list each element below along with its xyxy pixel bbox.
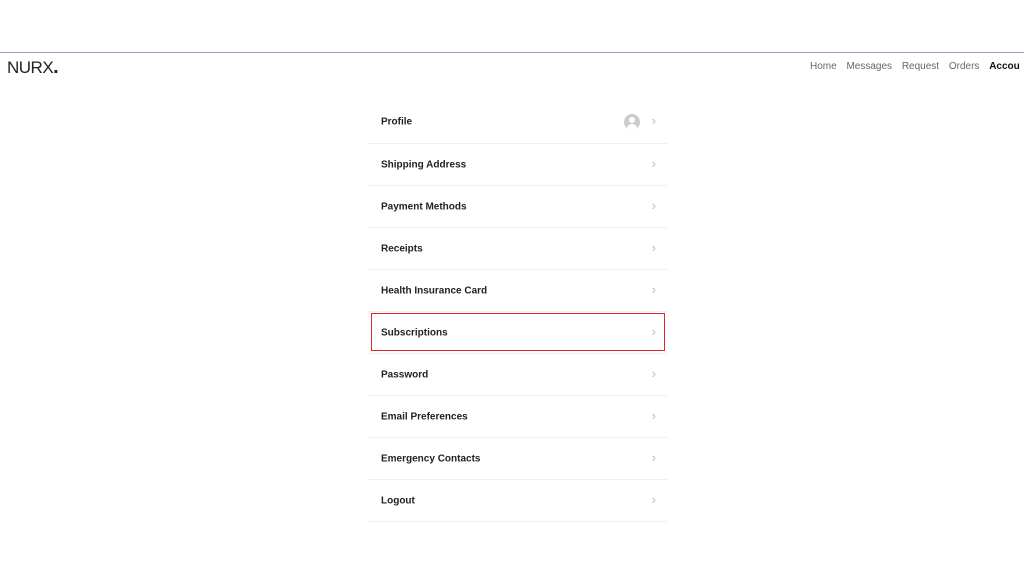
menu-item-payment-methods[interactable]: Payment Methods › bbox=[368, 186, 668, 228]
menu-item-shipping-address[interactable]: Shipping Address › bbox=[368, 144, 668, 186]
menu-item-health-insurance-card[interactable]: Health Insurance Card › bbox=[368, 270, 668, 312]
menu-item-label: Password bbox=[381, 369, 429, 380]
menu-item-label: Email Preferences bbox=[381, 411, 468, 422]
account-menu: Profile › Shipping Address › Payment Metho… bbox=[368, 100, 668, 522]
chevron-right-icon: › bbox=[651, 239, 656, 255]
menu-item-label: Receipts bbox=[381, 243, 423, 254]
nav-account[interactable]: Accou bbox=[989, 61, 1020, 72]
top-nav: Home Messages Request Orders Accou bbox=[810, 61, 1024, 72]
chevron-right-icon: › bbox=[651, 197, 656, 213]
nav-request[interactable]: Request bbox=[902, 61, 939, 72]
menu-item-label: Logout bbox=[381, 495, 415, 506]
header-divider bbox=[0, 52, 1024, 53]
chevron-right-icon: › bbox=[651, 112, 656, 128]
menu-item-label: Health Insurance Card bbox=[381, 285, 488, 296]
menu-item-label: Payment Methods bbox=[381, 201, 467, 212]
logo-text: NURX bbox=[7, 58, 54, 77]
menu-item-label: Subscriptions bbox=[381, 327, 448, 338]
chevron-right-icon: › bbox=[651, 407, 656, 423]
nav-home[interactable]: Home bbox=[810, 61, 837, 72]
menu-item-label: Profile bbox=[381, 116, 413, 127]
nav-messages[interactable]: Messages bbox=[846, 61, 892, 72]
menu-item-receipts[interactable]: Receipts › bbox=[368, 228, 668, 270]
chevron-right-icon: › bbox=[651, 491, 656, 507]
menu-item-profile[interactable]: Profile › bbox=[368, 100, 668, 144]
chevron-right-icon: › bbox=[651, 323, 656, 339]
nav-orders[interactable]: Orders bbox=[949, 61, 980, 72]
chevron-right-icon: › bbox=[651, 281, 656, 297]
nurx-logo[interactable]: NURX. bbox=[7, 57, 59, 78]
chevron-right-icon: › bbox=[651, 365, 656, 381]
menu-item-email-preferences[interactable]: Email Preferences › bbox=[368, 396, 668, 438]
menu-item-password[interactable]: Password › bbox=[368, 354, 668, 396]
menu-item-label: Shipping Address bbox=[381, 159, 467, 170]
menu-item-emergency-contacts[interactable]: Emergency Contacts › bbox=[368, 438, 668, 480]
menu-item-logout[interactable]: Logout › bbox=[368, 480, 668, 522]
avatar-icon bbox=[624, 113, 640, 130]
menu-item-subscriptions[interactable]: Subscriptions › bbox=[368, 312, 668, 354]
menu-item-label: Emergency Contacts bbox=[381, 453, 481, 464]
chevron-right-icon: › bbox=[651, 155, 656, 171]
chevron-right-icon: › bbox=[651, 449, 656, 465]
